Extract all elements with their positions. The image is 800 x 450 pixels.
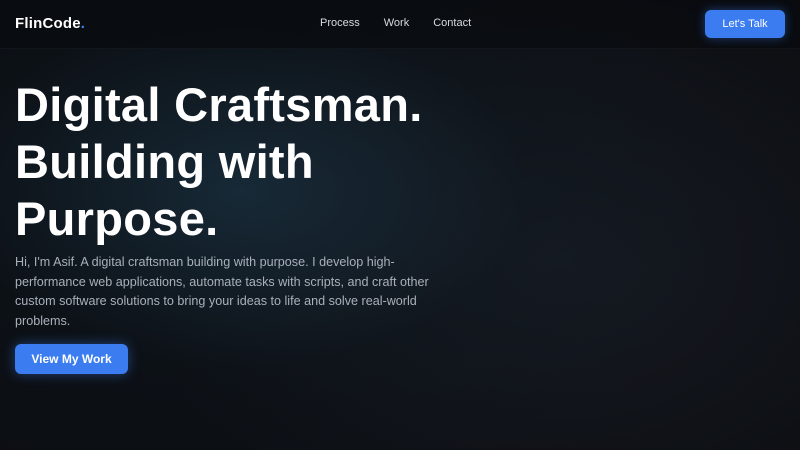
hero-title-line-3: Purpose. xyxy=(15,192,219,245)
hero-title-line-2: Building with xyxy=(15,135,314,188)
lets-talk-button[interactable]: Let's Talk xyxy=(705,10,785,38)
nav-link-work[interactable]: Work xyxy=(384,17,409,29)
main-nav: Process Work Contact xyxy=(320,17,471,29)
logo-text: FlinCode xyxy=(15,15,81,32)
hero-title: Digital Craftsman. Building with Purpose… xyxy=(15,76,423,247)
view-my-work-button[interactable]: View My Work xyxy=(15,344,128,374)
hero-title-line-1: Digital Craftsman. xyxy=(15,78,423,131)
logo-dot: . xyxy=(80,15,86,32)
nav-link-process[interactable]: Process xyxy=(320,17,360,29)
top-navbar: FlinCode. Process Work Contact Let's Tal… xyxy=(0,0,800,49)
hero-description: Hi, I'm Asif. A digital craftsman buildi… xyxy=(15,255,429,328)
nav-link-contact[interactable]: Contact xyxy=(433,17,471,29)
site-logo[interactable]: FlinCode. xyxy=(15,15,85,32)
